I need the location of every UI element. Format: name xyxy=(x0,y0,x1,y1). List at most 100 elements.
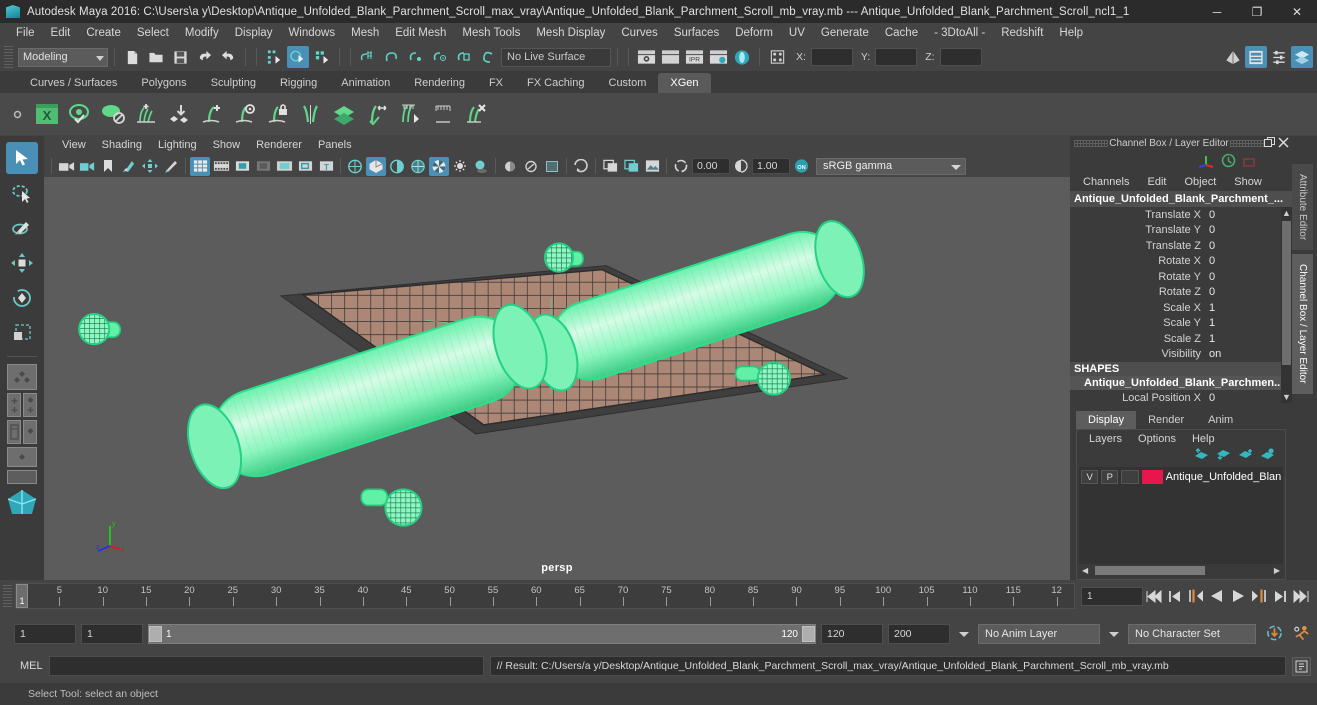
shelf-tab-fx-caching[interactable]: FX Caching xyxy=(515,73,597,93)
scroll-right-arrow-icon[interactable]: ▶ xyxy=(1271,566,1283,575)
guide-region-icon[interactable] xyxy=(228,97,261,131)
move-tool-button[interactable] xyxy=(6,247,38,279)
render-settings-icon[interactable] xyxy=(707,46,729,68)
channel-value-rotate-x[interactable]: 0 xyxy=(1206,255,1292,268)
viewport-renderer-b-icon[interactable] xyxy=(621,157,641,176)
channel-value-scale-x[interactable]: 1 xyxy=(1206,301,1292,314)
step-forward-frame-icon[interactable] xyxy=(1249,585,1269,607)
layer-tab-render[interactable]: Render xyxy=(1136,411,1196,429)
menu-deform[interactable]: Deform xyxy=(727,23,781,43)
scroll-down-arrow-icon[interactable]: ▼ xyxy=(1282,391,1291,403)
ipr-render-icon[interactable]: IPR xyxy=(683,46,705,68)
shelf-tab-animation[interactable]: Animation xyxy=(329,73,403,93)
make-live-icon[interactable] xyxy=(477,46,499,68)
channel-value-scale-z[interactable]: 1 xyxy=(1206,332,1292,345)
camera-attributes-icon[interactable] xyxy=(77,157,97,176)
menu-edit-mesh[interactable]: Edit Mesh xyxy=(387,23,454,43)
channel-box-menu-channels[interactable]: Channels xyxy=(1074,176,1138,188)
rotate-tool-button[interactable] xyxy=(6,282,38,314)
z-coord-input[interactable] xyxy=(939,48,982,66)
select-by-object-type-icon[interactable] xyxy=(287,46,309,68)
chevron-down-icon[interactable] xyxy=(959,631,969,637)
menu-create[interactable]: Create xyxy=(78,23,129,43)
menu-display[interactable]: Display xyxy=(227,23,281,43)
shelf-options-gear-icon[interactable] xyxy=(4,108,30,121)
select-camera-icon[interactable] xyxy=(56,157,76,176)
viewport-menu-renderer[interactable]: Renderer xyxy=(248,136,310,155)
y-coord-input[interactable] xyxy=(875,48,918,66)
channel-label-scale-y[interactable]: Scale Y xyxy=(1070,317,1206,329)
step-forward-keyframe-icon[interactable] xyxy=(1270,585,1290,607)
channel-box-menu-show[interactable]: Show xyxy=(1225,176,1271,188)
channel-value-scale-y[interactable]: 1 xyxy=(1206,317,1292,330)
x-coord-input[interactable] xyxy=(810,48,853,66)
go-to-start-icon[interactable] xyxy=(1144,585,1164,607)
panel-drag-handle-right[interactable] xyxy=(1230,140,1264,147)
image-plane-icon[interactable] xyxy=(119,157,139,176)
isolate-select-icon[interactable] xyxy=(500,157,520,176)
paint-select-tool-button[interactable] xyxy=(6,212,38,244)
script-editor-icon[interactable] xyxy=(1292,656,1311,676)
playback-end-time-field[interactable]: 120 xyxy=(821,624,883,644)
animation-start-time-field[interactable]: 1 xyxy=(14,624,76,644)
menu-file[interactable]: File xyxy=(8,23,43,43)
character-set-selector[interactable]: No Character Set xyxy=(1128,624,1256,644)
layer-scrollbar-thumb[interactable] xyxy=(1095,566,1206,575)
add-groom-icon[interactable] xyxy=(129,97,162,131)
viewport-menu-view[interactable]: View xyxy=(54,136,94,155)
layer-menu-options[interactable]: Options xyxy=(1130,433,1184,445)
menu-help[interactable]: Help xyxy=(1051,23,1091,43)
snap-to-view-plane-icon[interactable] xyxy=(453,46,475,68)
layer-playback-toggle[interactable]: P xyxy=(1101,470,1119,484)
use-all-lights-icon[interactable] xyxy=(450,157,470,176)
channel-label-visibility[interactable]: Visibility xyxy=(1070,348,1206,360)
playback-start-time-field[interactable]: 1 xyxy=(81,624,143,644)
chevron-down-icon-2[interactable] xyxy=(1109,631,1119,637)
maximize-button[interactable]: ❐ xyxy=(1237,0,1277,23)
layer-horizontal-scrollbar[interactable]: ◀ ▶ xyxy=(1079,564,1283,577)
shelf-tab-custom[interactable]: Custom xyxy=(596,73,659,93)
undock-panel-icon[interactable] xyxy=(1264,136,1275,151)
select-tool-button[interactable] xyxy=(6,142,38,174)
shelf-tab-fx[interactable]: FX xyxy=(476,73,516,93)
move-layer-up-icon[interactable] xyxy=(1194,448,1209,464)
toggle-universal-manip-icon[interactable] xyxy=(766,46,788,68)
menu-3dtoall[interactable]: - 3DtoAll - xyxy=(926,23,993,43)
scale-tool-button[interactable] xyxy=(6,317,38,349)
color-management-toggle-icon[interactable]: ON xyxy=(791,157,811,176)
x-ray-icon[interactable] xyxy=(521,157,541,176)
show-hide-tool-settings-icon[interactable] xyxy=(1268,46,1290,68)
channel-value-translate-z[interactable]: 0 xyxy=(1206,239,1292,252)
time-slider[interactable]: 1 5 10 15 20 25 30 35 40 45 50 55 60 65 70 75 80 85 90 95 1… xyxy=(15,583,1075,609)
snap-to-grid-icon[interactable] xyxy=(357,46,379,68)
menu-uv[interactable]: UV xyxy=(781,23,813,43)
menu-modify[interactable]: Modify xyxy=(177,23,227,43)
select-by-hierarchy-icon[interactable] xyxy=(263,46,285,68)
channel-box-scrollbar[interactable]: ▲ ▼ xyxy=(1281,207,1292,403)
menu-mesh-display[interactable]: Mesh Display xyxy=(528,23,613,43)
quick-layout-persp-graph-button[interactable] xyxy=(23,393,37,417)
dock-tab-attribute-editor[interactable]: Attribute Editor xyxy=(1292,164,1313,251)
show-hide-attribute-editor-icon[interactable] xyxy=(1245,46,1267,68)
safe-action-icon[interactable] xyxy=(295,157,315,176)
auto-keyframe-icon[interactable] xyxy=(1265,624,1284,645)
viewport-menu-shading[interactable]: Shading xyxy=(94,136,150,155)
channel-label-local-position-x[interactable]: Local Position X xyxy=(1070,392,1206,403)
menu-surfaces[interactable]: Surfaces xyxy=(666,23,727,43)
gamma-icon[interactable] xyxy=(731,157,751,176)
xgen-window-icon[interactable]: X xyxy=(30,97,63,131)
menu-mesh-tools[interactable]: Mesh Tools xyxy=(454,23,528,43)
channel-label-rotate-x[interactable]: Rotate X xyxy=(1070,255,1206,267)
exposure-value-field[interactable]: 0.00 xyxy=(692,158,730,174)
channel-value-rotate-y[interactable]: 0 xyxy=(1206,270,1292,283)
channel-speed-icon[interactable] xyxy=(1221,153,1236,171)
bookmark-icon[interactable] xyxy=(98,157,118,176)
channel-value-local-position-x[interactable]: 0 xyxy=(1206,391,1292,403)
close-button[interactable]: ✕ xyxy=(1277,0,1317,23)
layer-tab-display[interactable]: Display xyxy=(1076,411,1137,429)
redo-icon[interactable] xyxy=(217,46,239,68)
layer-state-toggle[interactable] xyxy=(1121,470,1139,484)
snap-to-projected-center-icon[interactable] xyxy=(429,46,451,68)
viewport-menu-show[interactable]: Show xyxy=(205,136,249,155)
menu-generate[interactable]: Generate xyxy=(813,23,877,43)
